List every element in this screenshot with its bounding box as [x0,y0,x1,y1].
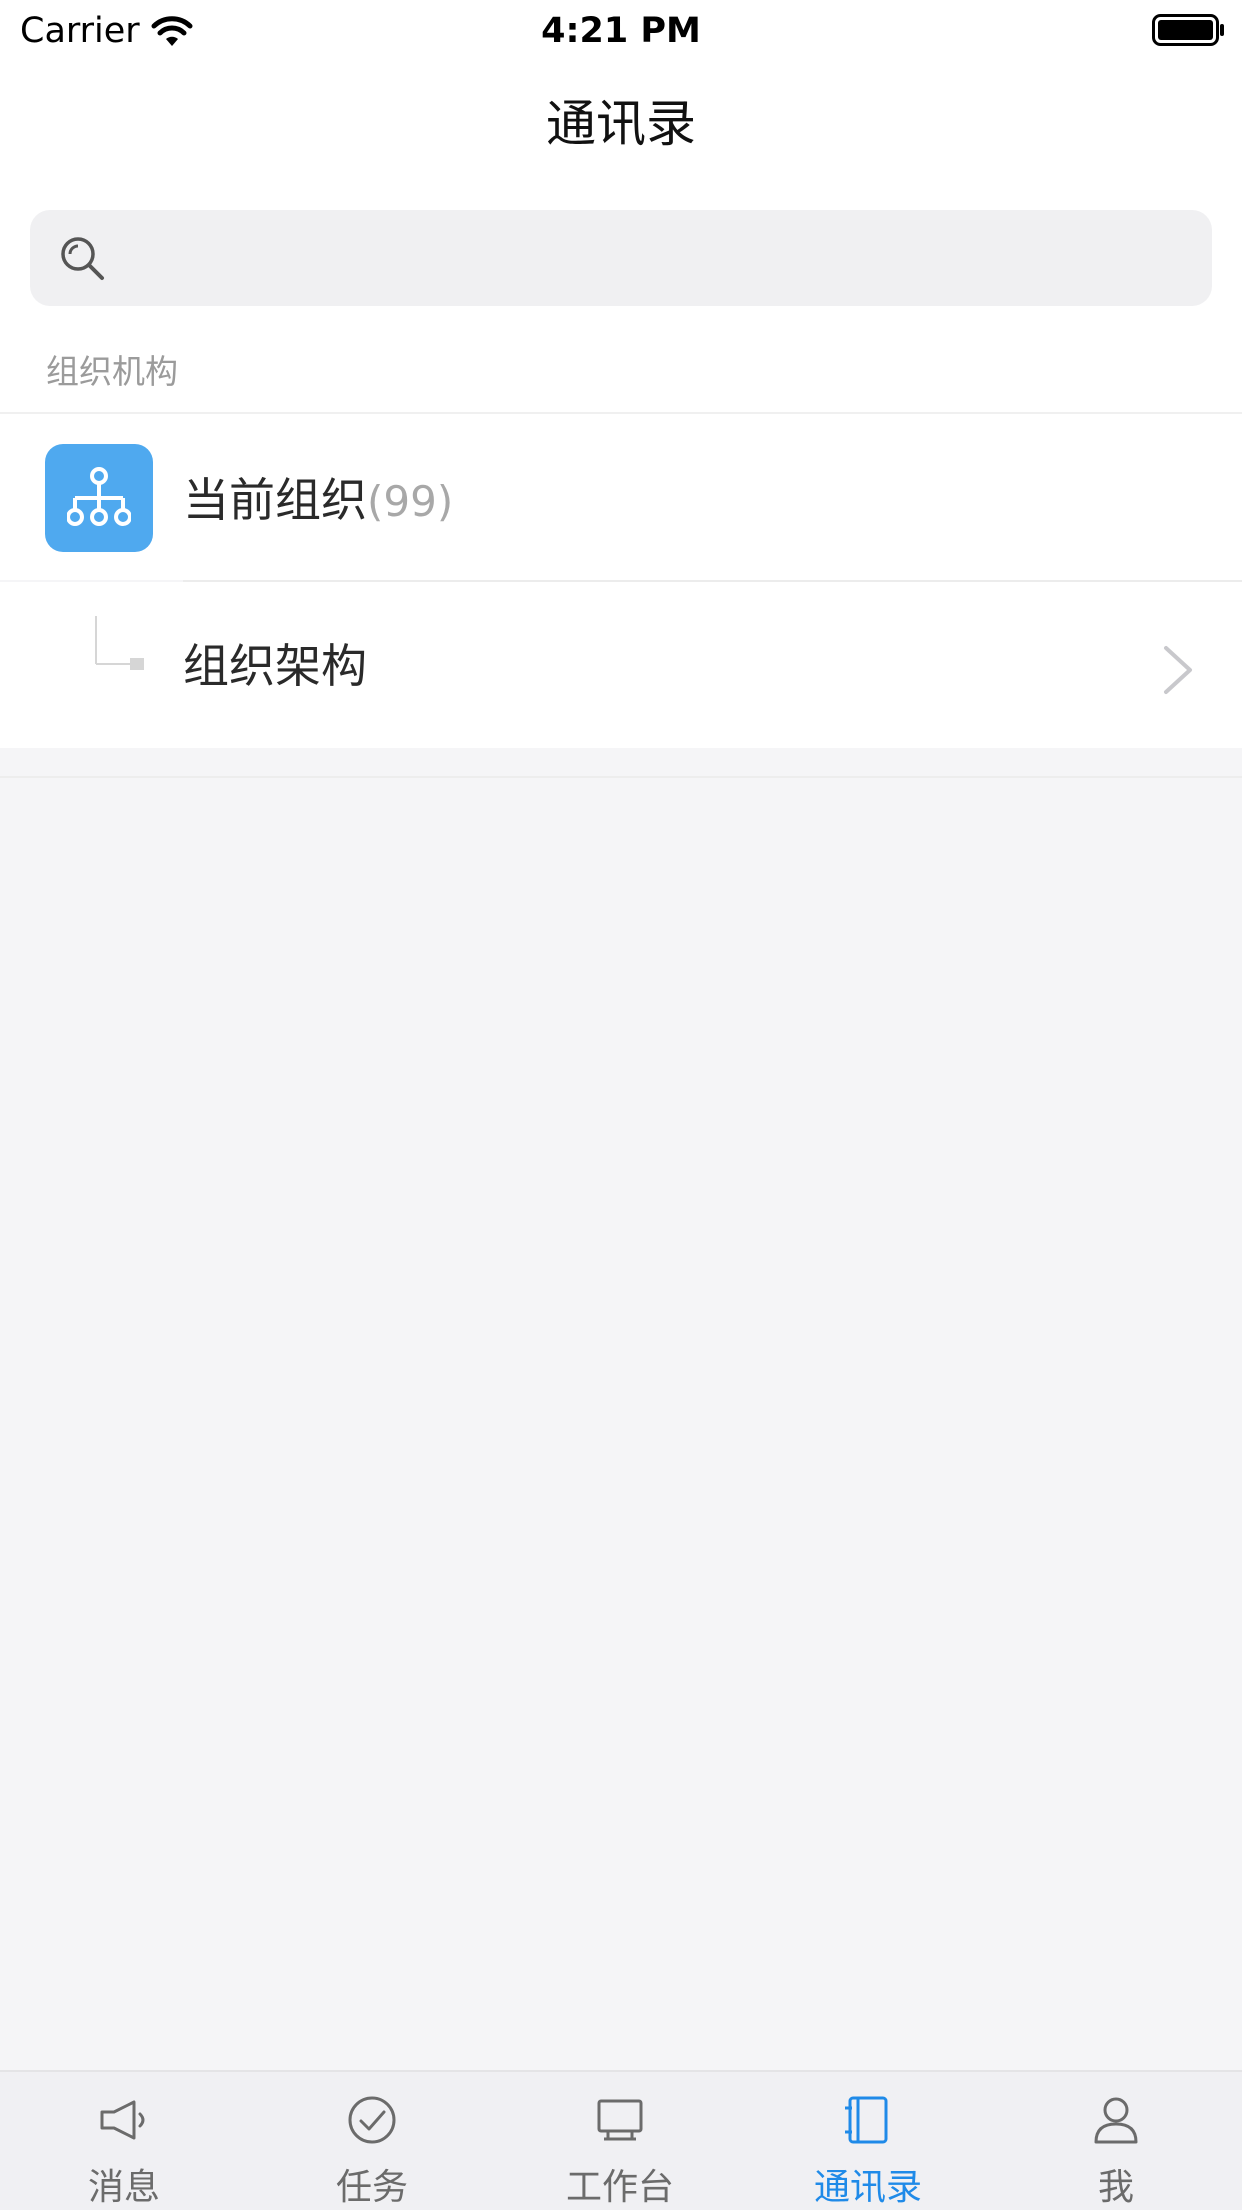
search-box[interactable] [30,210,1212,306]
tab-bar: 消息 任务 工作台 通讯录 我 [0,2070,1242,2210]
megaphone-icon [100,2100,145,2140]
person-icon [1094,2097,1138,2144]
monitor-icon [597,2099,643,2141]
nav-bar: 通讯录 [0,66,1242,196]
tab-label: 工作台 [565,2167,674,2208]
current-org-row[interactable]: 当前组织(99) [0,414,1242,580]
search-area [0,196,1242,336]
section-title: 组织机构 [46,352,178,391]
org-icon-tile [45,444,153,552]
search-input[interactable] [126,228,1190,290]
member-count: (99) [367,477,454,526]
divider [0,776,1242,778]
section-header: 组织机构 [0,336,1242,412]
tree-connector-icon [95,616,144,670]
page-title: 通讯录 [546,95,696,153]
status-bar: Carrier 4:21 PM [0,0,1242,66]
tab-label: 通讯录 [813,2167,922,2208]
tab-messages[interactable]: 消息 [0,2072,248,2210]
tab-label: 任务 [335,2167,408,2208]
tab-me[interactable]: 我 [992,2072,1240,2210]
tab-tasks[interactable]: 任务 [248,2072,496,2210]
contacts-book-icon [845,2096,888,2144]
tab-label: 我 [1097,2167,1134,2208]
chevron-right-icon [1164,646,1192,694]
org-structure-row[interactable]: 组织架构 [0,582,1242,748]
check-circle-icon [348,2096,396,2144]
org-name: 当前组织 [183,473,367,527]
current-org-label: 当前组织(99) [183,472,453,530]
status-time: 4:21 PM [541,11,701,51]
org-structure-label: 组织架构 [183,639,367,693]
battery-icon [1152,14,1224,46]
tab-contacts[interactable]: 通讯录 [744,2072,992,2210]
search-icon [61,237,104,280]
tab-label: 消息 [87,2167,160,2208]
tab-workbench[interactable]: 工作台 [496,2072,744,2210]
org-chart-icon [67,467,131,526]
